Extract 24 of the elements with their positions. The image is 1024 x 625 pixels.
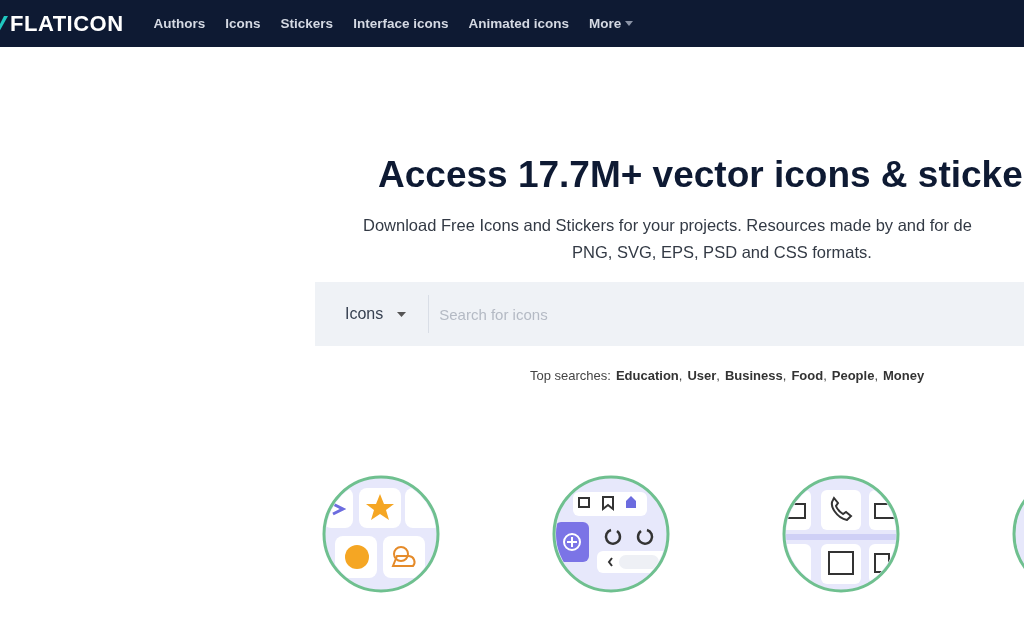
nav-link[interactable]: Interface icons xyxy=(353,16,449,31)
separator: , xyxy=(874,368,879,383)
logo-text[interactable]: FLATICON xyxy=(10,10,124,37)
search-term-link[interactable]: Money xyxy=(883,368,925,383)
separator: , xyxy=(678,368,683,383)
caret-icon xyxy=(397,311,407,317)
separator: , xyxy=(823,368,827,383)
top-searches-label: Top searches: xyxy=(530,368,611,383)
category-dropdown[interactable]: Icons xyxy=(335,296,417,332)
search-term-link[interactable]: Business xyxy=(724,368,783,383)
separator: , xyxy=(782,368,787,383)
nav-link[interactable]: Icons xyxy=(225,16,261,31)
hero-heading: Access 17.7M+ vector icons & sticke xyxy=(378,154,1024,196)
nav-link[interactable]: More xyxy=(588,16,634,31)
caret-icon xyxy=(625,21,634,26)
nav-link[interactable]: Animated icons xyxy=(468,16,569,31)
search-term-link[interactable]: User xyxy=(687,368,717,383)
search-term-link[interactable]: Education xyxy=(615,368,679,383)
hero-subtitle: Download Free Icons and Stickers for your projects. Resources made by and for de xyxy=(363,215,973,236)
hero-subtitle: PNG, SVG, EPS, PSD and CSS formats. xyxy=(572,242,873,263)
search-field[interactable]: Icons Search for icons xyxy=(315,282,1024,346)
nav-link[interactable]: Authors xyxy=(153,16,206,31)
separator: , xyxy=(716,368,720,383)
nav-link[interactable]: Stickers xyxy=(280,16,334,31)
